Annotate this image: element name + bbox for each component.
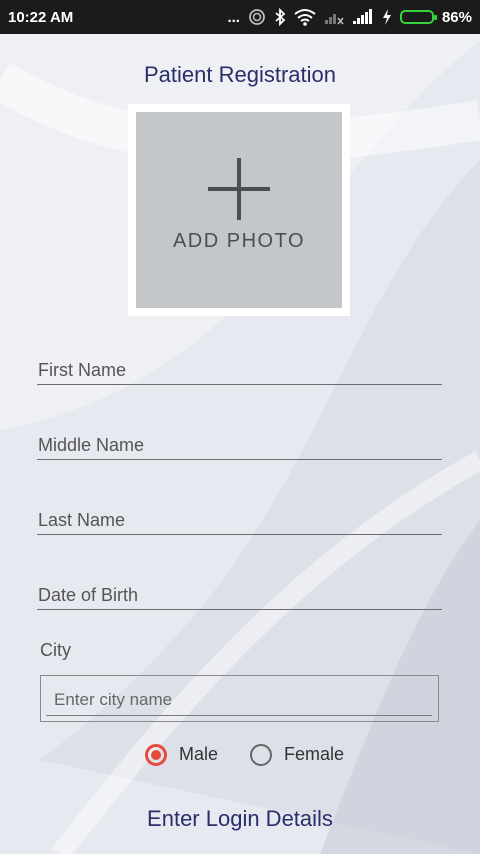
male-label[interactable]: Male <box>179 744 218 765</box>
signal-icon <box>352 9 374 25</box>
last-name-field[interactable]: Last Name <box>37 504 442 535</box>
page-title: Patient Registration <box>144 62 336 87</box>
wifi-icon <box>294 8 316 26</box>
first-name-placeholder: First Name <box>38 360 127 380</box>
signal-x-icon <box>324 9 344 25</box>
charging-icon <box>382 9 392 25</box>
add-photo-label: ADD PHOTO <box>172 229 306 252</box>
status-bar: 10:22 AM ... 86% <box>0 0 480 34</box>
gender-radio-group: Male Female <box>0 742 480 772</box>
female-radio[interactable] <box>250 744 272 766</box>
male-radio[interactable] <box>145 744 167 766</box>
plus-icon <box>208 157 270 220</box>
add-photo-button[interactable]: ADD PHOTO <box>128 104 350 316</box>
status-time: 10:22 AM <box>8 8 74 26</box>
city-label: City <box>40 640 71 660</box>
bluetooth-icon <box>274 8 286 26</box>
registration-screen: Patient Registration ADD PHOTO First Nam… <box>0 34 480 854</box>
status-icons: ... 86% <box>227 8 480 26</box>
female-label[interactable]: Female <box>284 744 344 765</box>
battery-icon <box>399 10 437 24</box>
more-dots-icon: ... <box>227 8 240 26</box>
first-name-field[interactable]: First Name <box>37 354 442 385</box>
login-section-title: Enter Login Details <box>147 806 333 831</box>
middle-name-field[interactable]: Middle Name <box>37 429 442 460</box>
middle-name-placeholder: Middle Name <box>38 435 145 455</box>
date-of-birth-placeholder: Date of Birth <box>38 585 139 605</box>
battery-percent: 86% <box>441 8 472 26</box>
hotspot-icon <box>248 8 266 26</box>
last-name-placeholder: Last Name <box>38 510 126 530</box>
city-input[interactable] <box>46 684 432 716</box>
date-of-birth-field[interactable]: Date of Birth <box>37 579 442 610</box>
city-input-container <box>40 675 439 722</box>
add-photo-placeholder: ADD PHOTO <box>136 112 342 308</box>
